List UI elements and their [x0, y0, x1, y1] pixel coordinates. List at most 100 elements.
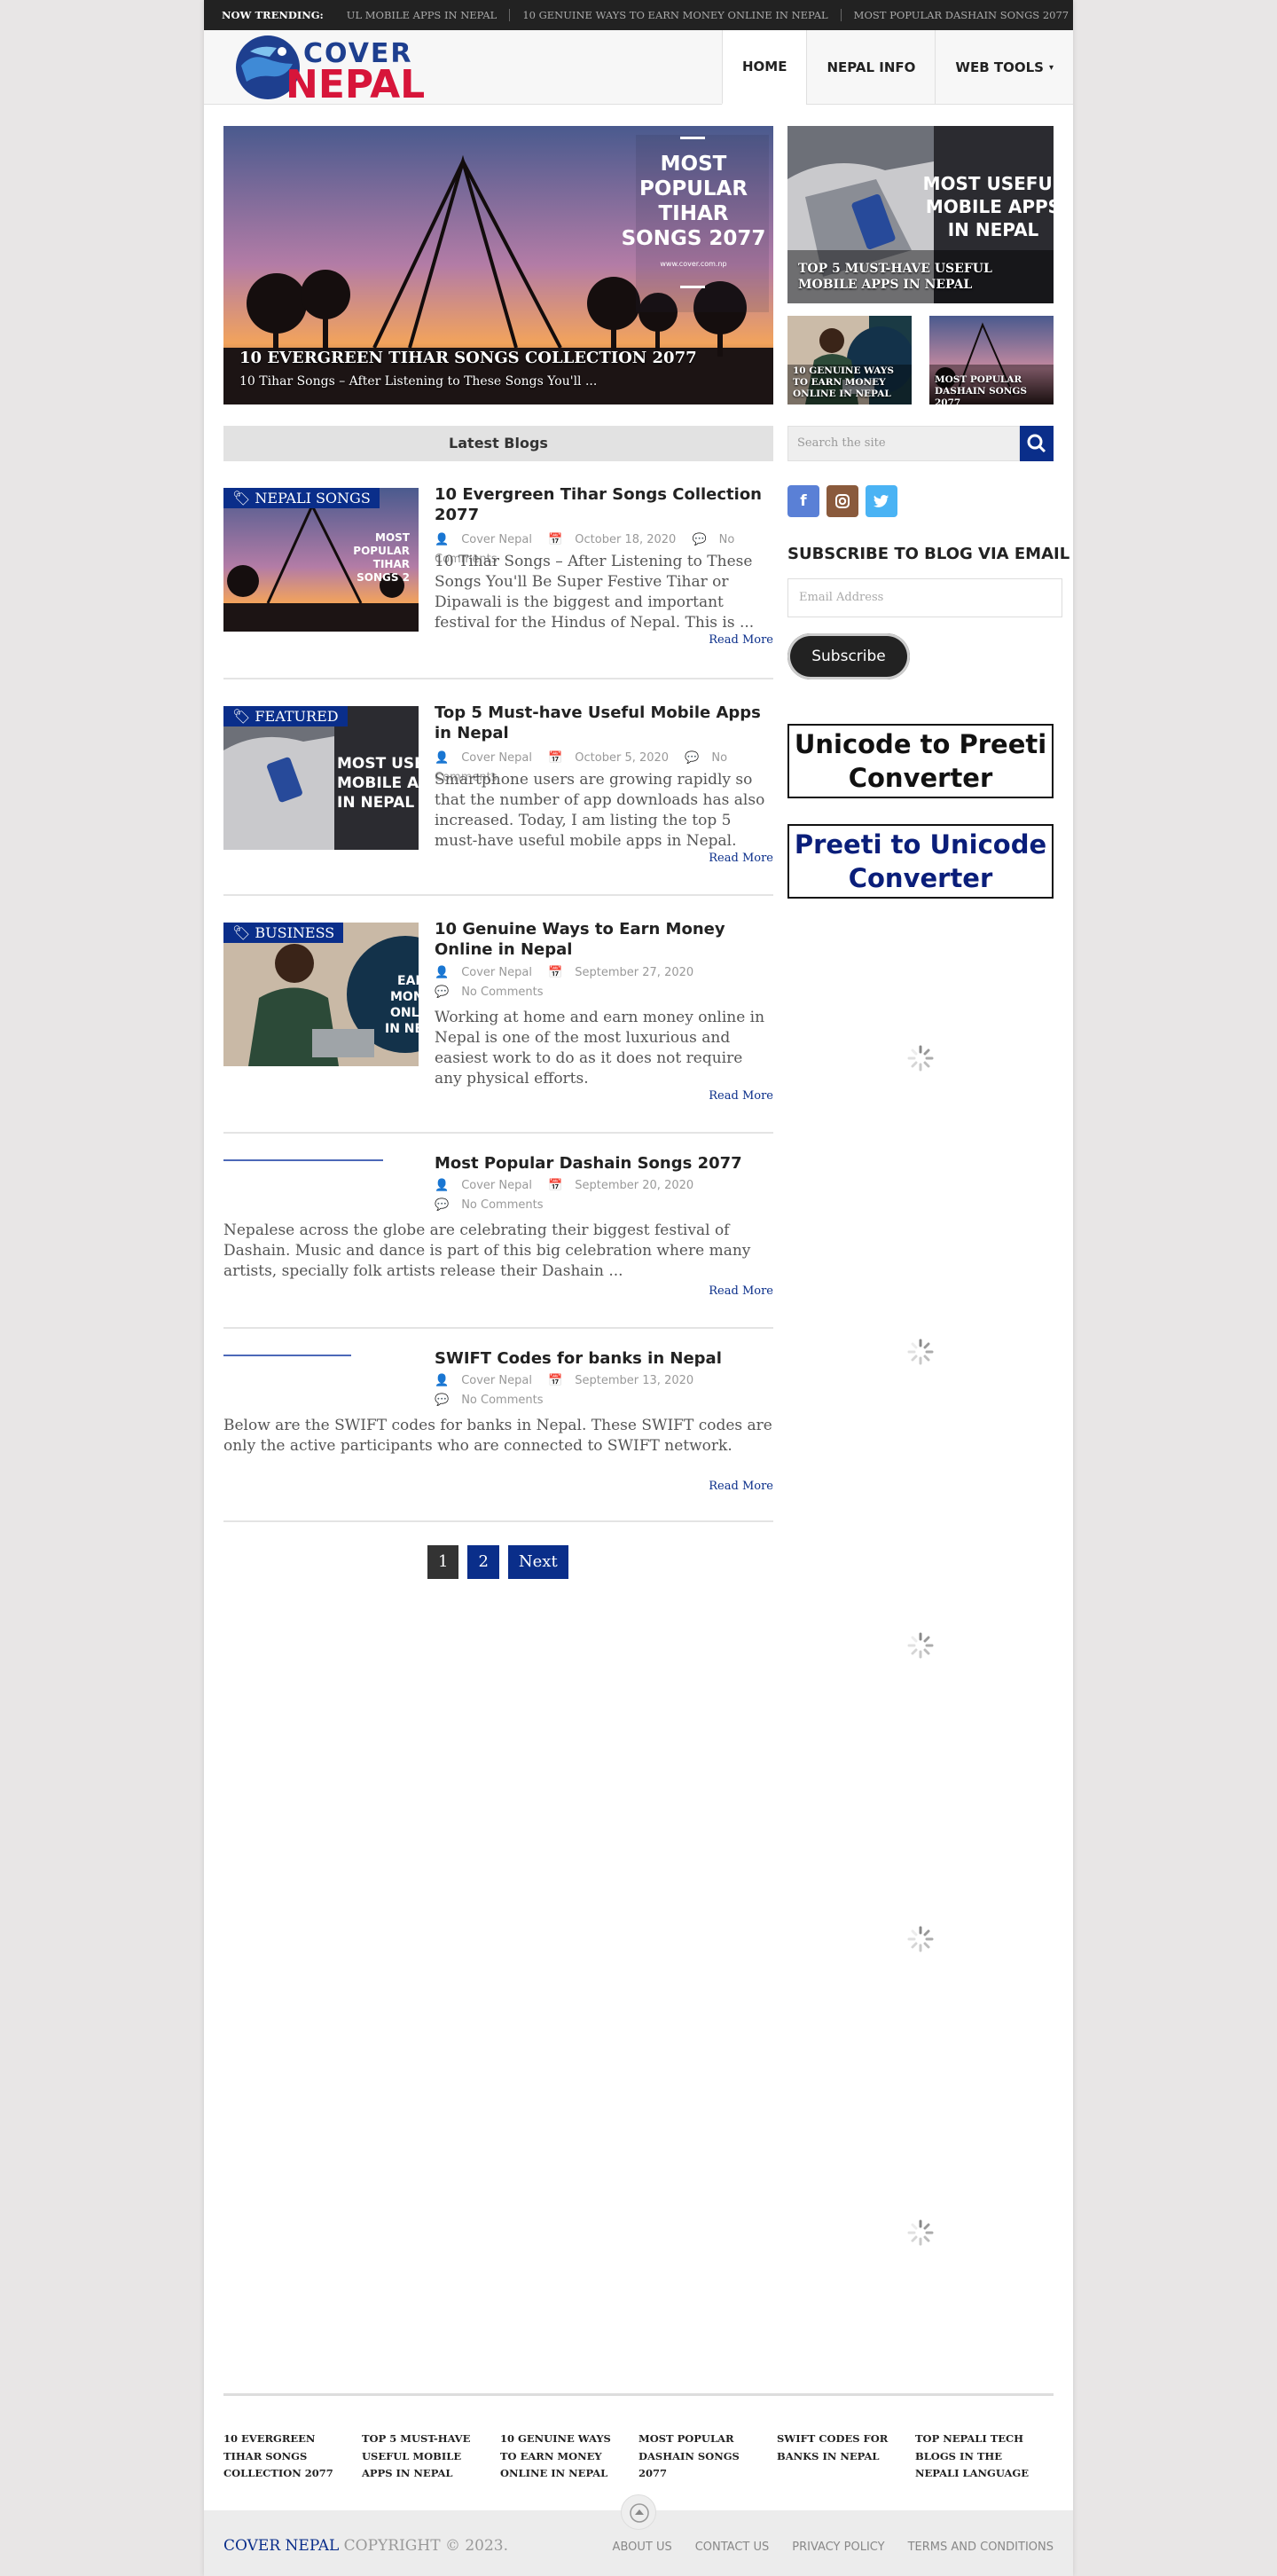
next-page-button[interactable]: Next: [507, 1545, 568, 1579]
post-thumbnail[interactable]: MOST POPULAR TIHAR SONGS 2 🏷 NEPALI SONG…: [223, 488, 419, 632]
footer-menu-terms[interactable]: TERMS AND CONDITIONS: [908, 2541, 1054, 2554]
post-thumbnail-image: MOST USEFU MOBILE APPS IN NEPAL: [223, 706, 419, 850]
footer-menu-privacy[interactable]: PRIVACY POLICY: [792, 2541, 884, 2554]
hero-image-text: MOST: [661, 153, 727, 176]
featured-big-caption[interactable]: TOP 5 MUST-HAVE USEFUL MOBILE APPS IN NE…: [798, 261, 1046, 293]
arrow-up-icon: [630, 2503, 649, 2523]
featured-small-1-caption[interactable]: 10 GENUINE WAYS TO EARN MONEY ONLINE IN …: [793, 365, 908, 400]
post-author[interactable]: Cover Nepal: [461, 751, 532, 765]
post-comments[interactable]: No Comments: [461, 986, 543, 999]
post-divider: [223, 894, 773, 896]
post-title[interactable]: SWIFT Codes for banks in Nepal: [435, 1348, 772, 1369]
footer-brand-link[interactable]: COVER NEPAL: [223, 2537, 339, 2555]
nav-nepal-info[interactable]: NEPAL INFO: [806, 30, 935, 105]
instagram-glyph: [835, 494, 850, 508]
category-badge[interactable]: 🏷 FEATURED: [223, 706, 348, 726]
loading-spinner-icon: [907, 1045, 934, 1072]
logo-word-nepal: NEPAL: [286, 62, 425, 103]
comments-icon: 💬: [435, 1394, 450, 1408]
read-more-link[interactable]: Read More: [709, 1480, 773, 1493]
read-more-link[interactable]: Read More: [709, 633, 773, 647]
category-badge[interactable]: 🏷 NEPALI SONGS: [223, 488, 380, 508]
post-thumbnail-image: EAR MONE ONLIN IN NEPA: [223, 923, 419, 1066]
footer-post-link[interactable]: MOST POPULAR DASHAIN SONGS 2077: [638, 2431, 777, 2483]
category-badge-label: FEATURED: [255, 708, 339, 725]
featured-small-2-caption[interactable]: MOST POPULAR DASHAIN SONGS 2077: [935, 374, 1050, 404]
preeti-to-unicode-banner[interactable]: Preeti to Unicode Converter: [787, 824, 1054, 899]
footer-post-link[interactable]: TOP NEPALI TECH BLOGS IN THE NEPALI LANG…: [915, 2431, 1054, 2483]
post-divider: [223, 1132, 773, 1134]
svg-text:MOST: MOST: [375, 531, 411, 544]
hero-title[interactable]: 10 EVERGREEN TIHAR SONGS COLLECTION 2077: [239, 349, 697, 367]
post-author[interactable]: Cover Nepal: [461, 1374, 532, 1387]
post-title[interactable]: 10 Evergreen Tihar Songs Collection 2077: [435, 484, 772, 526]
author-icon: 👤: [435, 1374, 450, 1387]
post-thumbnail[interactable]: EAR MONE ONLIN IN NEPA 🏷 BUSINESS: [223, 923, 419, 1066]
comments-icon: 💬: [435, 1198, 450, 1213]
unicode-to-preeti-banner[interactable]: Unicode to Preeti Converter: [787, 724, 1054, 798]
post-author[interactable]: Cover Nepal: [461, 533, 532, 546]
read-more-link[interactable]: Read More: [709, 1089, 773, 1103]
post-comments[interactable]: No Comments: [461, 1198, 543, 1212]
post-date: October 5, 2020: [575, 751, 670, 765]
footer-post-link[interactable]: 10 GENUINE WAYS TO EARN MONEY ONLINE IN …: [500, 2431, 638, 2483]
page-1-button[interactable]: 1: [427, 1545, 459, 1579]
author-icon: 👤: [435, 751, 450, 765]
hero-slide[interactable]: MOST POPULAR TIHAR SONGS 2077 www.cover.…: [223, 126, 773, 404]
ticker-item[interactable]: MOST POPULAR DASHAIN SONGS 2077: [842, 9, 1073, 21]
subscribe-button[interactable]: Subscribe: [787, 633, 910, 679]
read-more-link[interactable]: Read More: [709, 852, 773, 865]
ticker-item[interactable]: UL MOBILE APPS IN NEPAL: [334, 9, 511, 21]
post-excerpt: Working at home and earn money online in…: [435, 1009, 765, 1088]
footer-post-link[interactable]: 10 EVERGREEN TIHAR SONGS COLLECTION 2077: [223, 2431, 362, 2483]
loading-spinner-icon: [907, 1339, 934, 1365]
hero-image-text: TIHAR: [658, 202, 728, 225]
post-thumbnail[interactable]: MOST USEFU MOBILE APPS IN NEPAL 🏷 FEATUR…: [223, 706, 419, 850]
hero-image-text: POPULAR: [639, 177, 748, 200]
footer-post-link[interactable]: TOP 5 MUST-HAVE USEFUL MOBILE APPS IN NE…: [362, 2431, 500, 2483]
twitter-icon[interactable]: [866, 485, 897, 517]
banner-line: Converter: [848, 763, 993, 793]
calendar-icon: 📅: [548, 1179, 563, 1192]
svg-text:TIHAR: TIHAR: [373, 558, 410, 570]
search-input[interactable]: Search the site: [787, 426, 1020, 461]
back-to-top-button[interactable]: [621, 2494, 656, 2530]
post-title[interactable]: 10 Genuine Ways to Earn Money Online in …: [435, 919, 772, 961]
search-form: Search the site: [787, 426, 1054, 461]
nav-web-tools[interactable]: WEB TOOLS ▾: [935, 30, 1073, 105]
category-badge[interactable]: 🏷 BUSINESS: [223, 923, 344, 943]
comments-icon: 💬: [692, 533, 707, 546]
banner-line: Preeti to Unicode: [794, 829, 1047, 860]
footer-post-link[interactable]: SWIFT CODES FOR BANKS IN NEPAL: [777, 2431, 915, 2483]
ticker-item[interactable]: 10 GENUINE WAYS TO EARN MONEY ONLINE IN …: [510, 9, 842, 21]
svg-text:IN NEPAL: IN NEPAL: [337, 794, 414, 812]
post-author[interactable]: Cover Nepal: [461, 1179, 532, 1192]
post-comments[interactable]: No Comments: [461, 1394, 543, 1407]
nav-home[interactable]: HOME: [721, 30, 807, 105]
footer-menu-about[interactable]: ABOUT US: [613, 2541, 672, 2554]
email-field[interactable]: Email Address: [787, 578, 1062, 617]
post-thumbnail-image: MOST POPULAR TIHAR SONGS 2: [223, 488, 419, 632]
post-title[interactable]: Most Popular Dashain Songs 2077: [435, 1153, 772, 1174]
svg-text:POPULAR: POPULAR: [353, 545, 410, 557]
featured-big[interactable]: MOST USEFUL MOBILE APPS IN NEPAL TOP 5 M…: [787, 126, 1054, 303]
featured-small-1[interactable]: 10 GENUINE WAYS TO EARN MONEY ONLINE IN …: [787, 316, 912, 404]
comments-icon: 💬: [435, 986, 450, 1000]
post-date: September 27, 2020: [575, 966, 694, 979]
page-2-button[interactable]: 2: [467, 1545, 499, 1579]
featured-small-2[interactable]: MOST POPULAR DASHAIN SONGS 2077: [929, 316, 1054, 404]
read-more-link[interactable]: Read More: [709, 1284, 773, 1298]
post-excerpt: Smartphone users are growing rapidly so …: [435, 771, 765, 850]
post-date: September 20, 2020: [575, 1179, 694, 1192]
footer-menu-contact[interactable]: CONTACT US: [695, 2541, 770, 2554]
site-logo[interactable]: COVER NEPAL: [231, 32, 443, 103]
facebook-icon[interactable]: f: [787, 485, 819, 517]
search-button[interactable]: [1020, 426, 1054, 461]
category-badge-label: NEPALI SONGS: [255, 490, 371, 507]
trending-ticker: NOW TRENDING: UL MOBILE APPS IN NEPAL 10…: [204, 0, 1073, 30]
tag-icon: 🏷: [232, 708, 255, 725]
instagram-icon[interactable]: [827, 485, 858, 517]
post-title[interactable]: Top 5 Must-have Useful Mobile Apps in Ne…: [435, 703, 772, 744]
loading-spinner-icon: [907, 1632, 934, 1659]
post-author[interactable]: Cover Nepal: [461, 966, 532, 979]
